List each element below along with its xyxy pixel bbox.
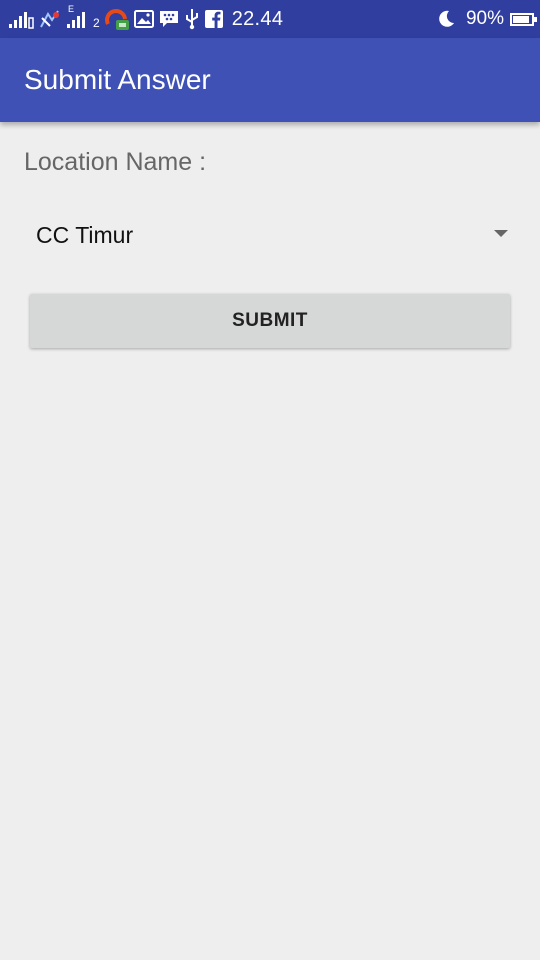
dropdown-arrow-icon: [494, 230, 508, 237]
main-content: Location Name : CC Timur SUBMIT: [0, 122, 540, 960]
status-bar-right: 90%: [436, 0, 537, 38]
location-selected-value: CC Timur: [36, 222, 134, 248]
notification-icon: [38, 8, 62, 30]
moon-icon: [436, 8, 456, 30]
location-name-label: Location Name :: [24, 148, 207, 176]
sim2-label: 2: [93, 16, 100, 30]
submit-button[interactable]: SUBMIT: [30, 294, 510, 348]
bbm-icon: [158, 8, 180, 30]
status-bar-left: E 2 22.44: [8, 0, 283, 38]
network-type-label: E: [68, 4, 75, 14]
battery-percent: 90%: [465, 8, 504, 29]
app-icon: [104, 8, 130, 30]
status-bar: E 2 22.44 90%: [0, 0, 540, 38]
clock-time: 22.44: [231, 7, 284, 30]
page-title: Submit Answer: [24, 64, 211, 95]
battery-fill: [513, 15, 530, 23]
battery-icon: [510, 12, 537, 26]
location-dropdown[interactable]: CC Timur: [24, 206, 516, 264]
signal-icon: [8, 8, 34, 30]
facebook-icon: [204, 8, 224, 30]
signal-icon: E 2: [66, 4, 100, 30]
gallery-icon: [133, 8, 154, 30]
usb-icon: [184, 8, 200, 30]
app-bar: Submit Answer: [0, 38, 540, 122]
